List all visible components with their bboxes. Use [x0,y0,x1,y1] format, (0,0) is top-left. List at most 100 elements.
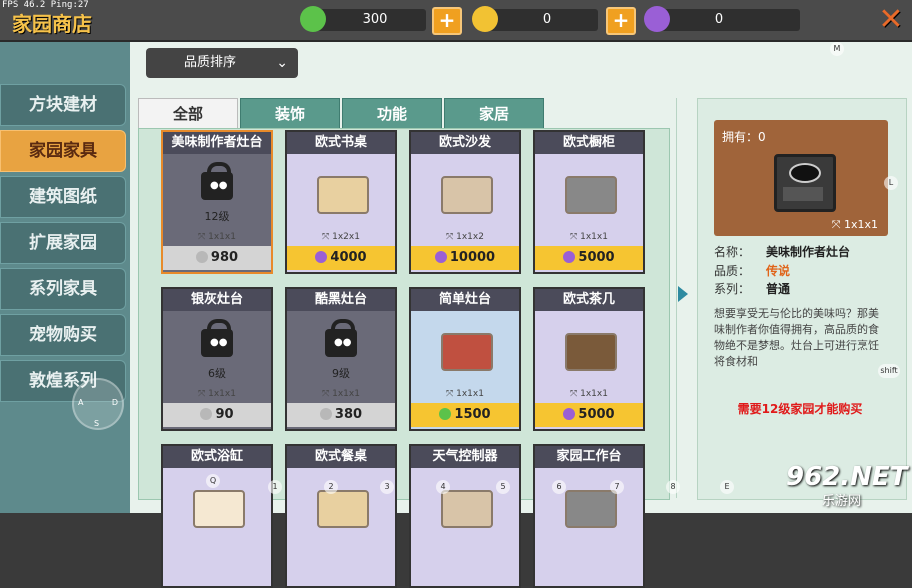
item-name: 酷黑灶台 [287,289,395,311]
required-level: 6级 [208,367,226,380]
item-size: ⤧ 1x1x1 [322,389,360,399]
chevron-down-icon: ⌄ [276,55,288,71]
size-icon: ⤧ [198,232,209,242]
gold-coin-icon [472,6,498,32]
furniture-icon [193,490,245,528]
silver-coin-icon [200,408,213,420]
price-value: 5000 [578,407,615,422]
furniture-icon [317,176,369,214]
buy-price-button[interactable]: 4000 [287,246,395,270]
item-size: ⤧ 1x2x1 [322,232,360,242]
purple-gem-icon [644,6,670,32]
item-image: ●● 12级 [163,154,271,232]
furniture-icon [317,490,369,528]
buy-price-button[interactable]: 90 [163,403,271,427]
item-name: 简单灶台 [411,289,519,311]
currency-gold-value: 0 [542,12,552,27]
item-card[interactable]: 欧式沙发 ⤧ 1x1x2 10000 [409,130,521,274]
buy-price-button[interactable]: 5000 [535,246,643,270]
tab-1[interactable]: 全部 [138,98,238,130]
purchase-requirement: 需要12级家园才能购买 [737,402,863,416]
size-icon: ⤧ [198,389,209,399]
item-card[interactable]: 欧式书桌 ⤧ 1x2x1 4000 [285,130,397,274]
item-size: ⤧ 1x1x1 [446,389,484,399]
tab-3[interactable]: 功能 [342,98,442,130]
item-size: ⤧ 1x1x1 [570,389,608,399]
item-card[interactable]: 欧式餐桌 [285,444,397,588]
sidebar-item-6[interactable]: 宠物购买 [0,314,126,356]
item-card[interactable]: 银灰灶台 ●● 6级 ⤧ 1x1x1 90 [161,287,273,431]
item-name: 美味制作者灶台 [163,132,271,154]
lock-keyhole: ●● [210,180,228,191]
furniture-icon [441,176,493,214]
tab-4[interactable]: 家居 [444,98,544,130]
size-icon: ⤧ [446,232,457,242]
item-card[interactable]: 欧式浴缸 [161,444,273,588]
price-value: 90 [215,407,234,422]
preview-size: ⤧ 1x1x1 [831,218,878,231]
stove-preview-image [774,154,836,212]
item-card[interactable]: 天气控制器 [409,444,521,588]
size-icon: ⤧ [570,389,581,399]
expand-arrow-icon[interactable] [678,286,688,302]
item-card[interactable]: 家园工作台 [533,444,645,588]
size-icon: ⤧ [831,218,844,231]
item-name: 欧式浴缸 [163,446,271,468]
size-icon: ⤧ [322,389,333,399]
sort-dropdown[interactable]: 品质排序 ⌄ [146,48,298,78]
purple-coin-icon [434,251,447,263]
sidebar-item-2[interactable]: 家园家具 [0,130,126,172]
green-coin-icon [439,408,452,420]
hint-a: A [78,398,84,407]
hint-6: 6 [552,480,566,494]
item-name: 欧式茶几 [535,289,643,311]
hint-3: 3 [380,480,394,494]
item-name: 天气控制器 [411,446,519,468]
sidebar-item-1[interactable]: 方块建材 [0,84,126,126]
buy-price-button[interactable]: 1500 [411,403,519,427]
green-gem-icon [300,6,326,32]
item-card[interactable]: 美味制作者灶台 ●● 12级 ⤧ 1x1x1 980 [161,130,273,274]
add-green-gem-button[interactable]: + [432,7,462,35]
price-value: 380 [334,407,363,422]
hint-4: 4 [436,480,450,494]
name-label: 名称： [714,245,751,259]
item-card[interactable]: 欧式橱柜 ⤧ 1x1x1 5000 [533,130,645,274]
item-card[interactable]: 欧式茶几 ⤧ 1x1x1 5000 [533,287,645,431]
page-title: 家园商店 [12,12,92,36]
purple-coin-icon [563,251,576,263]
price-value: 980 [210,250,239,265]
buy-price-button[interactable]: 5000 [535,403,643,427]
item-image [535,154,643,232]
hint-e: E [720,480,734,494]
add-gold-coin-button[interactable]: + [606,7,636,35]
sidebar-item-4[interactable]: 扩展家园 [0,222,126,264]
item-image [535,311,643,389]
item-description: 想要享受无与伦比的美味吗？那美味制作者你值得拥有，高品质的食物绝不是梦想。灶台上… [714,307,890,368]
item-name: 家园工作台 [535,446,643,468]
price-value: 5000 [578,250,615,265]
item-image [411,154,519,232]
hint-d: D [111,398,118,407]
size-icon: ⤧ [570,232,581,242]
size-icon: ⤧ [446,389,457,399]
item-image: ●● 9级 [287,311,395,389]
movement-joystick[interactable]: A D S [72,378,124,430]
furniture-icon [565,333,617,371]
buy-price-button[interactable]: 10000 [411,246,519,270]
buy-price-button[interactable]: 980 [163,246,271,270]
sidebar-item-3[interactable]: 建筑图纸 [0,176,126,218]
series-label: 系列： [714,282,751,296]
tab-2[interactable]: 装饰 [240,98,340,130]
quality-label: 品质： [714,264,751,278]
purple-coin-icon [315,251,328,263]
item-card[interactable]: 简单灶台 ⤧ 1x1x1 1500 [409,287,521,431]
item-image: ●● 6级 [163,311,271,389]
close-button[interactable]: ✕ [874,4,908,36]
purple-coin-icon [563,408,576,420]
buy-price-button[interactable]: 380 [287,403,395,427]
hint-q: Q [206,474,220,488]
furniture-icon [441,333,493,371]
sidebar-item-5[interactable]: 系列家具 [0,268,126,310]
item-card[interactable]: 酷黑灶台 ●● 9级 ⤧ 1x1x1 380 [285,287,397,431]
